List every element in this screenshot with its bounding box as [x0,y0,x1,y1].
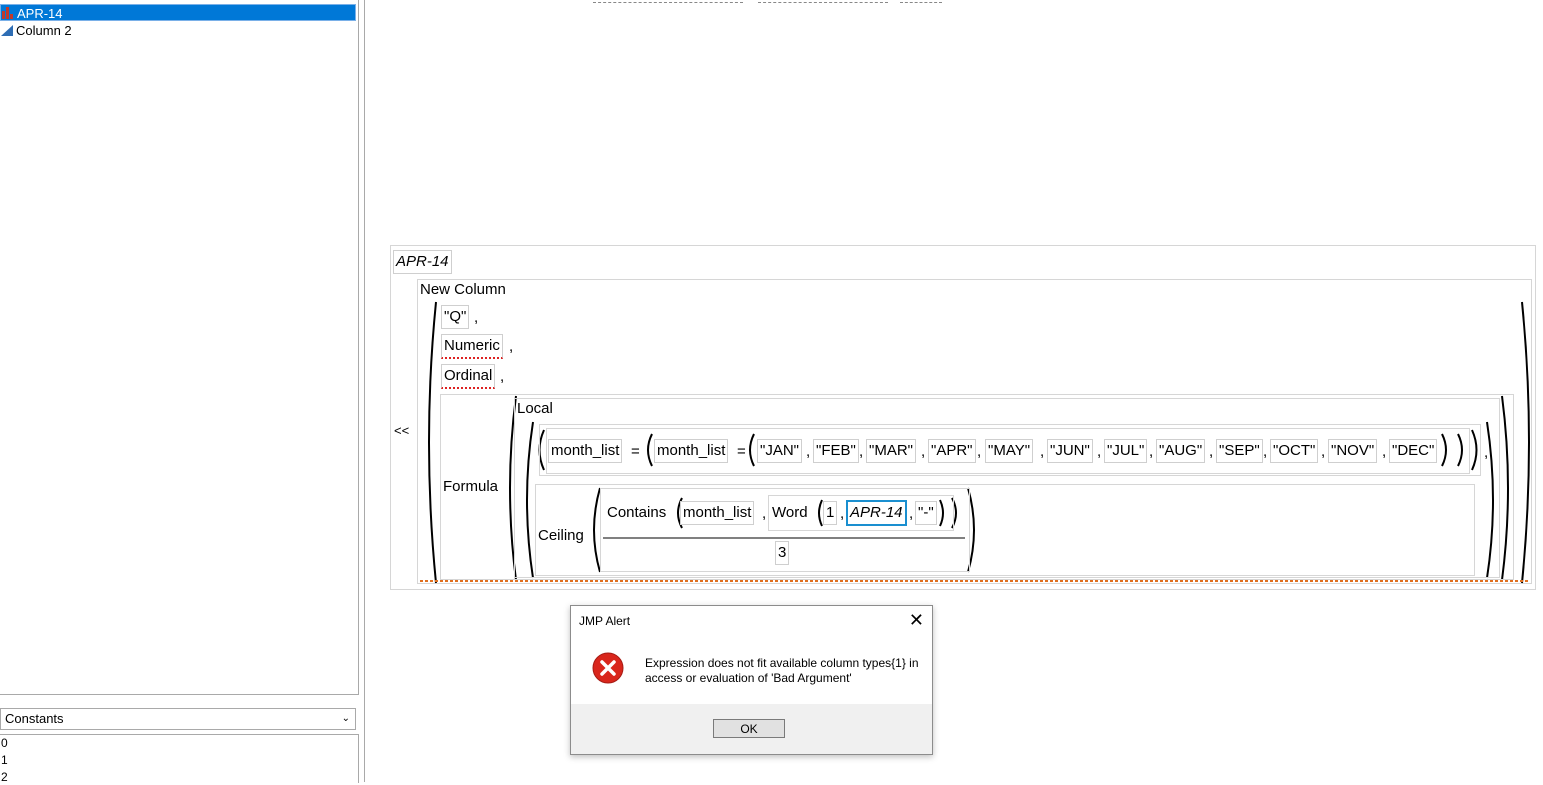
send-operator[interactable]: << [394,421,409,441]
comma: , [1097,443,1102,460]
month-jun[interactable]: "JUN" [1047,439,1093,463]
comma: , [859,443,864,460]
word-arg-index[interactable]: 1 [823,501,838,525]
comma: , [1321,443,1326,460]
var-month-list[interactable]: month_list [548,439,623,463]
comma: , [1263,443,1268,460]
column-label: APR-14 [17,6,63,21]
column-list[interactable]: APR-14 Column 2 [0,0,359,695]
word-function[interactable]: Word [772,503,808,523]
constant-item[interactable]: 1 [1,753,8,768]
comma: , [1209,443,1214,460]
ok-button[interactable]: OK [713,719,785,738]
month-jan[interactable]: "JAN" [757,439,802,463]
month-dec[interactable]: "DEC" [1389,439,1438,463]
comma: , [762,505,767,522]
word-arg-column-apr-14[interactable]: APR-14 [846,500,907,526]
divisor-3[interactable]: 3 [775,541,790,565]
month-jul[interactable]: "JUL" [1104,439,1148,463]
month-apr[interactable]: "APR" [928,439,976,463]
column-item-apr-14[interactable]: APR-14 [0,4,356,21]
month-oct[interactable]: "OCT" [1270,439,1319,463]
comma: , [840,505,845,522]
chevron-down-icon: ⌄ [341,713,350,724]
error-icon [592,652,624,684]
toolbar-remnant [593,0,743,3]
var-month-list-ref[interactable]: month_list [654,439,729,463]
constants-dropdown-value: Constants [5,711,64,726]
contains-function[interactable]: Contains [607,503,666,523]
month-aug[interactable]: "AUG" [1156,439,1206,463]
column-label: Column 2 [16,23,72,38]
contains-arg-month-list[interactable]: month_list [680,501,755,525]
ceiling-function[interactable]: Ceiling [538,526,584,546]
column-item-column-2[interactable]: Column 2 [0,22,356,39]
assign-operator: = [631,443,640,460]
arg-numeric[interactable]: Numeric [441,334,503,359]
bar-chart-icon [2,7,13,19]
comma: , [474,309,479,326]
month-nov[interactable]: "NOV" [1328,439,1378,463]
dialog-footer: OK [571,704,932,754]
constants-dropdown[interactable]: Constants ⌄ [0,708,356,730]
jmp-alert-dialog[interactable]: JMP Alert ✕ Expression does not fit avai… [570,605,933,755]
constant-item[interactable]: 0 [1,736,8,751]
local-function[interactable]: Local [517,399,553,419]
word-arg-delimiter[interactable]: "-" [915,501,937,525]
comma: , [500,368,505,385]
comma: , [977,443,982,460]
formula-function[interactable]: Formula [443,477,498,497]
continuous-triangle-icon [1,25,13,36]
dialog-message-line2: access or evaluation of 'Bad Argument' [645,671,852,685]
comma: , [1040,443,1045,460]
month-sep[interactable]: "SEP" [1216,439,1263,463]
comma: , [1382,443,1387,460]
comma: , [921,443,926,460]
comma: , [909,505,914,522]
constants-list[interactable]: 0 1 2 [0,734,359,785]
comma: , [1149,443,1154,460]
new-column-function[interactable]: New Column [420,280,506,300]
arg-string-q[interactable]: "Q" [441,305,470,329]
comma: , [806,443,811,460]
month-mar[interactable]: "MAR" [866,439,916,463]
arg-ordinal[interactable]: Ordinal [441,364,496,389]
column-ref-apr-14[interactable]: APR-14 [393,250,452,274]
toolbar-remnant [758,0,888,3]
comma: , [509,338,514,355]
comma: , [1484,444,1489,461]
toolbar-remnant [900,0,942,3]
assign-operator: = [737,443,746,460]
month-feb[interactable]: "FEB" [813,439,859,463]
dialog-message-line1: Expression does not fit available column… [645,656,919,670]
close-icon[interactable]: ✕ [909,610,924,630]
month-may[interactable]: "MAY" [985,439,1034,463]
constant-item[interactable]: 2 [1,770,8,785]
dialog-title: JMP Alert [579,614,631,628]
